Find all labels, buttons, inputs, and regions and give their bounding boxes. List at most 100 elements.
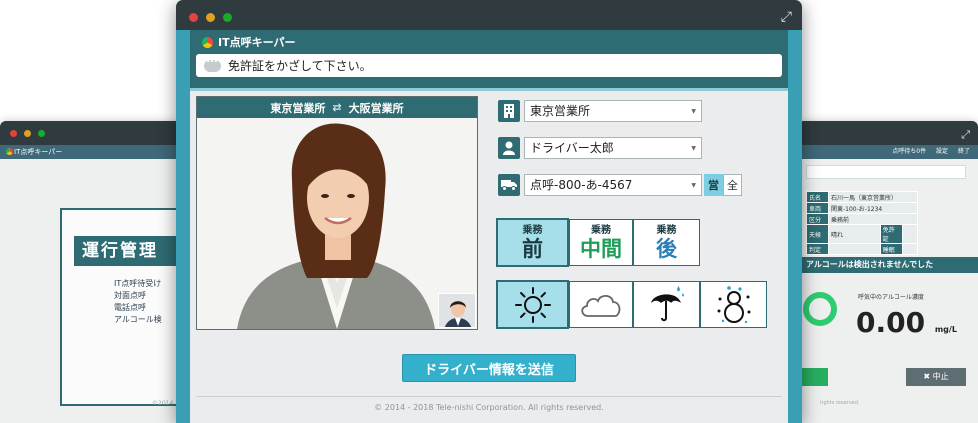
table-key: 睡眠 [879,243,903,255]
menu-item-phone-call[interactable]: 電話点呼 [114,302,162,314]
to-office: 大阪営業所 [348,101,404,115]
table-value: 石川一馬（東京営業所） [828,191,918,203]
table-key: 区分 [806,213,829,225]
submit-driver-info-button[interactable]: ドライバー情報を送信 [402,354,576,382]
app-title-bar: IT点呼キーパー [0,145,182,159]
alcohol-alert: アルコールは検出されませんでした [802,257,978,273]
table-value [901,243,919,255]
window-frame: IT点呼キーパー 免許証をかざして下さい。 東京営業所 ⇄ 大阪営業所 [176,30,802,423]
copyright-text: © 2014 - 2018 Tele-nishi Corporation. Al… [374,403,604,412]
menu-item-face-to-face[interactable]: 対面点呼 [114,290,162,302]
office-select[interactable]: 東京営業所 ▼ [524,99,702,122]
woman-photo [197,118,477,329]
office-select-value: 東京営業所 [530,104,591,118]
zoom-dot-icon[interactable] [38,130,45,137]
driver-select-value: ドライバー太郎 [530,141,614,155]
chevron-down-icon: ▼ [691,181,696,189]
driver-info-table: 氏名 石川一馬（東京営業所） 車両 関東-100-お-1234 区分 乗務前 天候 晴れ… [806,191,919,255]
concentration-value: 0.00 mg/L [856,306,957,339]
driver-select[interactable]: ドライバー太郎 ▼ [524,136,702,159]
table-row: 車両 関東-100-お-1234 [806,202,918,214]
camera-title: 東京営業所 ⇄ 大阪営業所 [197,97,477,118]
menu-item-alcohol[interactable]: アルコール検 [114,314,162,326]
table-value: 関東-100-お-1234 [828,202,918,214]
speech-bubble-icon [204,57,221,72]
weather-rainy-button[interactable] [633,281,700,328]
timing-big-label: 後 [656,236,677,261]
from-office: 東京営業所 [270,101,326,115]
gauge-ring-icon [803,292,837,326]
exit-link[interactable]: 終了 [958,148,970,155]
weather-snowy-button[interactable] [700,281,767,328]
minimize-dot-icon[interactable] [206,13,215,22]
window-controls [10,130,45,137]
minimize-dot-icon[interactable] [24,130,31,137]
app-title: IT点呼キーパー [14,148,63,156]
zoom-dot-icon[interactable] [223,13,232,22]
table-key: 免許証 [879,224,903,244]
app-header: IT点呼キーパー 免許証をかざして下さい。 [190,30,788,88]
operation-menu: IT点呼待受け 対面点呼 電話点呼 アルコール検 [114,278,162,326]
stop-label: 中止 [932,372,949,381]
camera-panel: 東京営業所 ⇄ 大阪営業所 [196,96,478,330]
timing-after-button[interactable]: 乗務 後 [633,219,700,266]
table-row: 天候 晴れ 免許証 [806,224,919,244]
weather-sunny-button[interactable] [496,280,569,329]
close-dot-icon[interactable] [189,13,198,22]
toolbar: 点呼待ち0件 設定 終了 [798,145,978,159]
table-value [828,243,881,255]
timing-small-label: 乗務 [591,224,611,236]
weather-cloudy-button[interactable] [569,281,633,328]
business-toggle[interactable]: 営 [704,173,723,196]
expand-icon[interactable]: ⤢ [781,10,792,24]
window-controls [189,13,232,22]
concentration-number: 0.00 [856,306,926,339]
timing-small-label: 乗務 [522,224,543,236]
chevron-down-icon: ▼ [691,107,696,115]
remote-video-thumbnail[interactable] [438,293,476,328]
timing-middle-button[interactable]: 乗務 中間 [569,219,633,266]
table-value: 晴れ [828,224,881,244]
expand-icon[interactable]: ⤢ [961,129,970,140]
table-row: 区分 乗務前 [806,213,918,225]
table-key: 判定 [806,243,829,255]
main-content: 東京営業所 ⇄ 大阪営業所 東京営業所 ▼ ドライバー太郎 ▼ 点呼-800-あ… [190,88,788,423]
table-row: 判定 睡眠 [806,243,919,255]
table-row: 氏名 石川一馬（東京営業所） [806,191,918,203]
table-key: 車両 [806,202,829,214]
office-select-row: 東京営業所 ▼ [498,99,702,122]
logo-icon [202,36,213,48]
table-key: 天候 [806,224,829,244]
message-text: 免許証をかざして下さい。 [228,59,372,73]
panel-title: 運行管理 [74,236,192,266]
confirm-button[interactable] [800,368,828,386]
message-bar: 免許証をかざして下さい。 [196,54,782,77]
menu-item-it-call[interactable]: IT点呼待受け [114,278,162,290]
stop-button[interactable]: ✖ 中止 [906,368,966,386]
settings-link[interactable]: 設定 [936,148,948,155]
table-key: 氏名 [806,191,829,203]
waiting-count[interactable]: 点呼待ち0件 [892,148,926,155]
app-title: IT点呼キーパー [202,35,296,49]
info-input[interactable] [806,165,966,179]
footer-divider [196,396,782,397]
all-toggle[interactable]: 全 [723,173,742,196]
footer-text: rights reserved. [820,400,860,406]
vehicle-select-row: 点呼-800-あ-4567 ▼ 営 全 [498,173,742,196]
concentration-label: 呼気中のアルコール濃度 [858,294,924,301]
chevron-down-icon: ▼ [691,144,696,152]
table-value [901,224,919,244]
cloud-icon [581,294,621,317]
transfer-icon: ⇄ [332,101,342,114]
umbrella-icon [650,285,684,321]
timing-before-button[interactable]: 乗務 前 [496,218,569,267]
man-photo [439,294,475,327]
vehicle-select[interactable]: 点呼-800-あ-4567 ▼ [524,173,702,196]
video-feed [197,118,477,329]
driver-select-row: ドライバー太郎 ▼ [498,136,702,159]
concentration-unit: mg/L [934,325,957,334]
close-dot-icon[interactable] [10,130,17,137]
footer-text: ©2014 [152,400,174,407]
timing-small-label: 乗務 [656,224,677,236]
snowman-icon [717,285,750,323]
